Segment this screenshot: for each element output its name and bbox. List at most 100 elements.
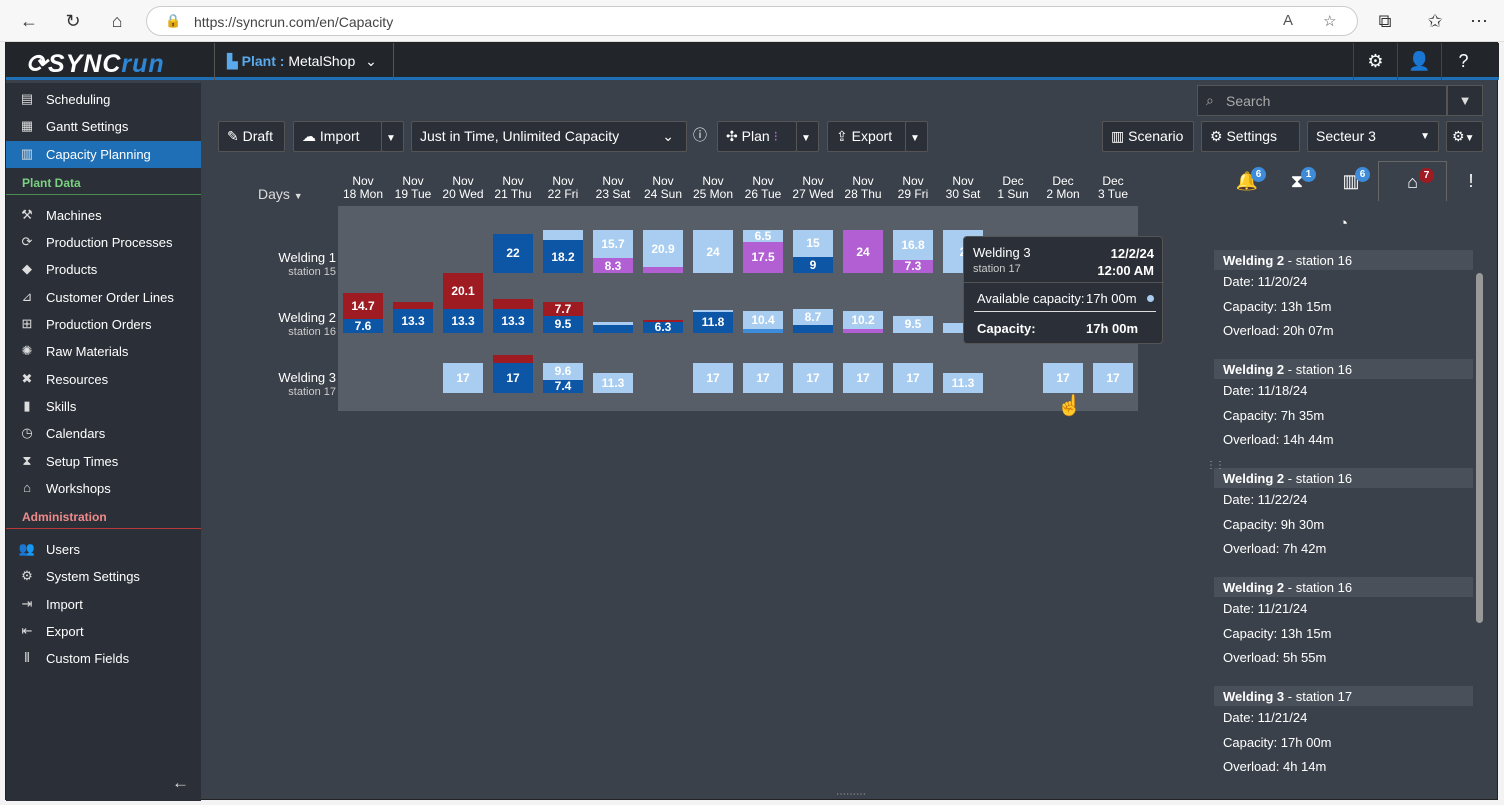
import-button[interactable]: ☁ Import: [293, 121, 382, 152]
capacity-cell[interactable]: 9.6 7.4: [543, 362, 583, 393]
back-arrow-icon[interactable]: ←: [16, 8, 42, 34]
capacity-cell[interactable]: 11.8: [693, 310, 733, 333]
overload-card[interactable]: Welding 3 - station 17 Date: 11/21/24 Capa…: [1214, 686, 1473, 780]
tab-notifications[interactable]: 🔔 6: [1224, 161, 1270, 201]
capacity-cell[interactable]: [593, 321, 633, 333]
scenario-button[interactable]: ▥ Scenario: [1102, 121, 1194, 152]
sidebar-item-custom-fields[interactable]: ⦀ Custom Fields: [6, 645, 201, 672]
overload-card[interactable]: Welding 2 - station 16 Date: 11/20/24 Capa…: [1214, 250, 1473, 344]
read-aloud-icon[interactable]: A: [1283, 12, 1293, 29]
export-button[interactable]: ⇪ Export: [827, 121, 916, 152]
capacity-cell[interactable]: 17: [843, 362, 883, 393]
reload-icon[interactable]: ↻: [60, 8, 86, 34]
capacity-cell[interactable]: 22: [493, 233, 533, 273]
sidebar-item-production-processes[interactable]: ⟳ Production Processes: [6, 229, 201, 256]
strategy-select[interactable]: Just in Time, Unlimited Capacity ⌄: [411, 121, 687, 152]
sector-select[interactable]: Secteur 3 ▼: [1307, 121, 1439, 152]
capacity-cell[interactable]: 17: [493, 355, 533, 393]
draft-button[interactable]: ✎ Draft: [218, 121, 285, 152]
address-bar[interactable]: 🔒 https://syncrun.com/en/Capacity A ☆: [146, 6, 1358, 36]
settings-button[interactable]: ⚙ Settings: [1201, 121, 1300, 152]
row-label-welding-3[interactable]: Welding 3 station 17: [218, 370, 336, 400]
plan-button[interactable]: ✣ Plan ⁝: [717, 121, 797, 152]
favorites-icon[interactable]: ✩: [1422, 8, 1448, 34]
search-input[interactable]: ⌕ Search: [1197, 85, 1447, 116]
sidebar-item-setup-times[interactable]: ⧗ Setup Times: [6, 448, 201, 475]
sidebar-item-capacity-planning[interactable]: ▥ Capacity Planning: [6, 141, 201, 168]
capacity-cell[interactable]: 9.5: [893, 315, 933, 333]
tab-delays[interactable]: ⧗ 1: [1274, 161, 1320, 201]
sidebar-item-products[interactable]: ◆ Products: [6, 256, 201, 283]
capacity-cell[interactable]: 6.5 17.5: [743, 230, 783, 273]
row-label-welding-1[interactable]: Welding 1 station 15: [218, 250, 336, 280]
favorite-star-icon[interactable]: ☆: [1323, 12, 1336, 30]
capacity-cell[interactable]: 13.3: [393, 302, 433, 333]
help-icon[interactable]: ?: [1441, 43, 1485, 80]
capacity-cell[interactable]: 24: [843, 230, 883, 273]
collapse-sidebar-arrow-icon[interactable]: ←: [172, 773, 189, 793]
filter-icon[interactable]: ▼: [1447, 85, 1483, 116]
capacity-cell[interactable]: 10.4: [743, 310, 783, 333]
sidebar-item-resources[interactable]: ✖ Resources: [6, 366, 201, 393]
sidebar-item-import[interactable]: ⇥ Import: [6, 591, 201, 618]
capacity-cell[interactable]: 17: [693, 362, 733, 393]
capacity-cell[interactable]: 24: [693, 230, 733, 273]
sidebar-item-gantt-settings[interactable]: ▦ Gantt Settings: [6, 113, 201, 140]
sidebar-item-machines[interactable]: ⚒ Machines: [6, 202, 201, 229]
capacity-cell[interactable]: 10.2: [843, 311, 883, 333]
overload-card[interactable]: Welding 2 - station 16 Date: 11/21/24 Capa…: [1214, 577, 1473, 671]
capacity-cell[interactable]: 17: [743, 362, 783, 393]
user-icon[interactable]: 👤: [1397, 43, 1441, 80]
capacity-cell[interactable]: 11.3: [943, 372, 983, 393]
url-text[interactable]: https://syncrun.com/en/Capacity: [194, 14, 393, 30]
tab-charts[interactable]: ▥ 6: [1328, 161, 1374, 201]
horizontal-splitter-handle[interactable]: ⋯⋯⋯: [836, 789, 866, 800]
capacity-cell[interactable]: 18.2: [543, 230, 583, 273]
row-label-welding-2[interactable]: Welding 2 station 16: [218, 310, 336, 340]
capacity-cell[interactable]: 17: [893, 362, 933, 393]
sidebar-item-raw-materials[interactable]: ✺ Raw Materials: [6, 338, 201, 365]
capacity-cell[interactable]: 17: [793, 362, 833, 393]
export-dropdown-button[interactable]: ▼: [905, 121, 928, 152]
overload-card[interactable]: Welding 2 - station 16 Date: 11/22/24 Capa…: [1214, 468, 1473, 562]
syncrun-logo[interactable]: ⟳SYNCrun: [26, 49, 165, 79]
plan-dropdown-button[interactable]: ▼: [796, 121, 819, 152]
home-icon[interactable]: ⌂: [104, 8, 130, 34]
tab-alerts[interactable]: !: [1448, 161, 1494, 201]
capacity-cell[interactable]: 13.3: [493, 298, 533, 333]
sidebar-item-production-orders[interactable]: ⊞ Production Orders: [6, 311, 201, 338]
capacity-cell[interactable]: 6.3: [643, 319, 683, 333]
more-menu-icon[interactable]: ⋯: [1466, 8, 1492, 34]
sidebar-item-skills[interactable]: ▮ Skills: [6, 393, 201, 420]
capacity-cell[interactable]: 20.9: [643, 230, 683, 273]
sidebar-item-customer-order-lines[interactable]: ⊿ Customer Order Lines: [6, 284, 201, 311]
sidebar-item-scheduling[interactable]: ▤ Scheduling: [6, 86, 201, 113]
tab-overloads[interactable]: ⌂ 7: [1378, 161, 1447, 201]
sidebar-item-workshops[interactable]: ⌂ Workshops: [6, 475, 201, 502]
sidebar-item-users[interactable]: 👥 Users: [6, 536, 201, 563]
settings-gear-icon[interactable]: ⚙: [1353, 43, 1397, 80]
sidebar-item-export[interactable]: ⇤ Export: [6, 618, 201, 645]
days-dropdown[interactable]: Days ▼: [258, 186, 303, 202]
capacity-cell[interactable]: 17: [1043, 362, 1083, 393]
capacity-cell[interactable]: 15.7 8.3: [593, 230, 633, 273]
gear-dropdown-button[interactable]: ⚙▼: [1446, 121, 1483, 152]
sidebar-item-system-settings[interactable]: ⚙ System Settings: [6, 563, 201, 590]
import-dropdown-button[interactable]: ▼: [381, 121, 404, 152]
capacity-cell[interactable]: 7.7 9.5: [543, 302, 583, 333]
capacity-cell[interactable]: 8.7: [793, 309, 833, 333]
vertical-splitter-handle[interactable]: ⋮⋮: [1206, 460, 1225, 471]
capacity-cell[interactable]: 16.8 7.3: [893, 229, 933, 273]
capacity-cell[interactable]: 17: [443, 362, 483, 393]
overload-card[interactable]: Welding 2 - station 16 Date: 11/18/24 Capa…: [1214, 359, 1473, 453]
capacity-cell[interactable]: 15 9: [793, 230, 833, 273]
plant-selector[interactable]: ▙ Plant : MetalShop ⌄: [214, 43, 394, 80]
capacity-cell[interactable]: 11.3: [593, 372, 633, 393]
info-icon[interactable]: ⓘ: [691, 121, 715, 152]
extensions-icon[interactable]: ⧉: [1372, 8, 1398, 34]
capacity-cell[interactable]: 20.1 13.3: [443, 273, 483, 333]
capacity-cell[interactable]: 14.7 7.6: [343, 293, 383, 333]
sidebar-item-calendars[interactable]: ◷ Calendars: [6, 420, 201, 447]
capacity-cell[interactable]: 17: [1093, 362, 1133, 393]
scrollbar-thumb[interactable]: [1476, 273, 1483, 623]
